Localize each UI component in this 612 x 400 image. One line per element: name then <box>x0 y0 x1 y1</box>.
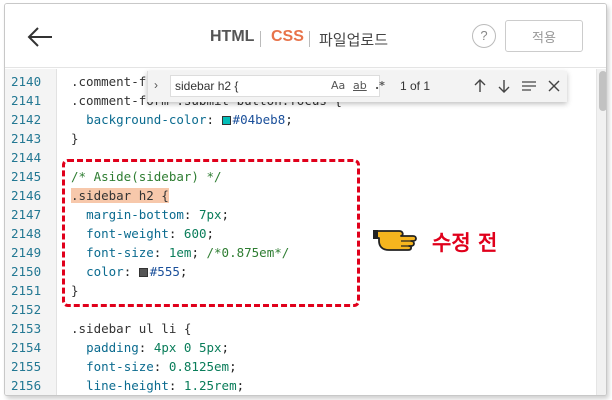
code-text: .sidebar ul li { <box>71 319 191 338</box>
tab-html[interactable]: HTML <box>210 28 254 46</box>
code-text: .comment-f <box>71 72 146 91</box>
annotation-highlight-box <box>62 159 360 307</box>
line-number: 2150 <box>11 264 42 279</box>
code-line: 2155 font-size: 0.8125em; <box>5 357 595 376</box>
css-property: font-size <box>86 359 154 374</box>
code-text: background-color: #04beb8; <box>86 112 293 127</box>
css-property: padding <box>86 340 139 355</box>
css-value: 4px 0 5px <box>153 340 222 355</box>
line-number: 2142 <box>11 112 42 127</box>
css-selector: } <box>71 131 79 146</box>
line-number: 2146 <box>11 188 42 203</box>
editor-window: HTML CSS 파일업로드 ? 적용 2140 .comment-f 2141 .c… <box>4 3 607 396</box>
line-number: 2155 <box>11 359 42 374</box>
whole-word-toggle[interactable]: ab <box>353 79 367 92</box>
line-number: 2140 <box>11 74 42 89</box>
header-bar: HTML CSS 파일업로드 ? 적용 <box>5 4 606 68</box>
code-line: 2143} <box>5 129 595 148</box>
match-case-toggle[interactable]: Aa <box>331 79 345 92</box>
line-number: 2145 <box>11 169 42 184</box>
scrollbar-thumb[interactable] <box>599 71 606 111</box>
find-widget: › Aa ab .* 1 of 1 <box>147 71 567 102</box>
toggle-replace-icon[interactable]: › <box>154 78 158 92</box>
find-input[interactable] <box>170 75 380 97</box>
next-match-icon[interactable] <box>494 76 514 96</box>
tab-divider <box>260 31 261 47</box>
vertical-scrollbar[interactable] <box>596 69 606 395</box>
code-line: 2142 background-color: #04beb8; <box>5 110 595 129</box>
css-selector: .sidebar ul li { <box>71 321 192 336</box>
code-line: 2154 padding: 4px 0 5px; <box>5 338 595 357</box>
line-number: 2154 <box>11 340 42 355</box>
code-text: padding: 4px 0 5px; <box>86 340 230 355</box>
help-button[interactable]: ? <box>472 24 496 48</box>
code-text: } <box>71 129 79 148</box>
css-value: 0.8125em <box>168 359 230 374</box>
line-number: 2148 <box>11 226 42 241</box>
line-number: 2149 <box>11 245 42 260</box>
find-in-selection-icon[interactable] <box>519 76 539 96</box>
css-property: line-height <box>86 378 169 393</box>
match-count: 1 of 1 <box>400 79 431 93</box>
css-selector: .comment-f <box>71 74 147 89</box>
color-swatch[interactable] <box>221 116 231 125</box>
pointing-hand-icon <box>373 230 417 251</box>
line-number: 2141 <box>11 93 42 108</box>
css-property: background-color <box>86 112 207 127</box>
annotation-label: 수정 전 <box>432 231 498 255</box>
regex-toggle[interactable]: .* <box>375 79 385 92</box>
css-value: #04beb8 <box>232 112 286 127</box>
apply-button[interactable]: 적용 <box>505 20 583 52</box>
tab-css[interactable]: CSS <box>271 28 304 46</box>
line-number: 2153 <box>11 321 42 336</box>
tab-divider <box>309 31 310 47</box>
close-find-icon[interactable] <box>544 76 564 96</box>
code-line: 2156 line-height: 1.25rem; <box>5 376 595 395</box>
css-value: 1.25rem <box>183 378 237 393</box>
line-number: 2144 <box>11 150 42 165</box>
code-text: font-size: 0.8125em; <box>86 359 237 374</box>
code-line: 2153 .sidebar ul li { <box>5 319 595 338</box>
line-number: 2156 <box>11 378 42 393</box>
line-number: 2147 <box>11 207 42 222</box>
line-number: 2151 <box>11 283 42 298</box>
line-number: 2143 <box>11 131 42 146</box>
tab-file-upload[interactable]: 파일업로드 <box>319 29 388 50</box>
line-number: 2152 <box>11 302 42 317</box>
code-text: line-height: 1.25rem; <box>86 378 245 393</box>
previous-match-icon[interactable] <box>470 76 490 96</box>
